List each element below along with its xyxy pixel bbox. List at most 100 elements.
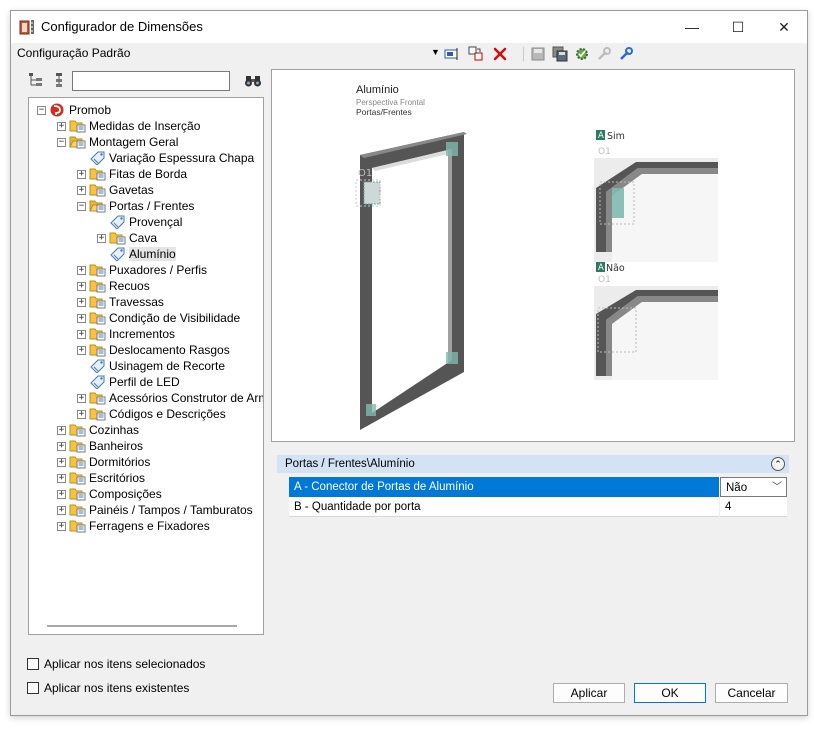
tool-button[interactable] [617,45,635,63]
collapse-minus-icon[interactable]: − [77,201,86,211]
tree-item[interactable]: + Condição de Visibilidade [77,310,240,326]
tree-item[interactable]: + Fitas de Borda [77,166,187,182]
quantity-value[interactable]: 4 [720,497,787,517]
expand-plus-icon[interactable]: + [77,393,86,403]
expand-plus-icon[interactable]: + [57,473,66,483]
tree-item[interactable]: + Medidas de Inserção [57,118,200,134]
tree-item[interactable]: + Travessas [77,294,164,310]
tree-item[interactable]: + Cava [97,230,157,246]
tree-item-label: Deslocamento Rasgos [109,343,230,357]
apply-config-button[interactable] [573,45,591,63]
checkbox-box[interactable] [27,682,39,694]
save-all-button[interactable] [551,45,569,63]
tree-item[interactable]: + Ferragens e Fixadores [57,518,210,534]
tree-item[interactable]: + Recuos [77,278,150,294]
gear-check-icon [576,48,588,60]
apply-button[interactable]: Aplicar [553,683,625,703]
horizontal-scrollbar[interactable] [47,625,237,627]
copy-config-button[interactable] [467,45,485,63]
property-row-quantity[interactable]: B - Quantidade por porta 4 [289,497,787,517]
tree-item-label: Painéis / Tampos / Tamburatos [89,503,253,517]
ok-button[interactable]: OK [634,683,706,703]
expand-plus-icon[interactable]: + [97,233,106,243]
collapse-chevron-icon[interactable]: ⌃ [771,457,785,471]
tree-expand-icon [29,73,42,86]
property-row-connector[interactable]: A - Conector de Portas de Alumínio Não ﹀ [289,477,787,497]
apply-existing-checkbox[interactable]: Aplicar nos itens existentes [27,681,189,695]
tree-item[interactable]: Variação Espessura Chapa [77,150,254,166]
save-all-icon [552,46,568,62]
collapse-minus-icon[interactable]: − [57,137,66,147]
checkbox-box[interactable] [27,658,39,670]
folder-icon [89,183,106,197]
tree-item[interactable]: + Composições [57,486,162,502]
property-name: A - Conector de Portas de Alumínio [289,477,719,497]
folder-icon [69,471,86,485]
tree-item[interactable]: Provençal [97,214,182,230]
tree-item[interactable]: + Puxadores / Perfis [77,262,207,278]
collapse-tree-button[interactable] [50,71,68,89]
expand-tree-button[interactable] [28,71,46,89]
minimize-button[interactable]: — [669,11,715,43]
tree-item[interactable]: + Acessórios Construtor de Armário [77,390,263,406]
tree-item[interactable]: + Gavetas [77,182,154,198]
expand-plus-icon[interactable]: + [57,425,66,435]
expand-plus-icon[interactable]: + [77,281,86,291]
search-button[interactable] [242,71,264,91]
expand-plus-icon[interactable]: + [57,121,66,131]
copy-icon [468,46,483,61]
maximize-button[interactable]: ☐ [715,11,761,43]
collapse-minus-icon[interactable]: − [37,105,46,115]
title-bar[interactable]: Configurador de Dimensões — ☐ ✕ [11,11,807,43]
tree-search-input[interactable] [72,71,230,91]
tree-item[interactable]: Usinagem de Recorte [77,358,225,374]
tree-item[interactable]: + Painéis / Tampos / Tamburatos [57,502,253,518]
expand-plus-icon[interactable]: + [57,457,66,467]
expand-plus-icon[interactable]: + [77,265,86,275]
tree-item[interactable]: + Incrementos [77,326,175,342]
preview-panel: Alumínio Perspectiva Frontal Portas/Fren… [271,69,795,442]
tree-item[interactable]: + Cozinhas [57,422,139,438]
expand-plus-icon[interactable]: + [57,505,66,515]
property-group-header[interactable]: Portas / Frentes\Alumínio ⌃ [277,455,789,473]
configuration-dropdown-icon[interactable]: ▼ [431,47,440,57]
tree-item[interactable]: + Dormitórios [57,454,150,470]
tag-icon [89,375,106,390]
property-name: B - Quantidade por porta [289,497,719,517]
expand-plus-icon[interactable]: + [77,409,86,419]
apply-selected-checkbox[interactable]: Aplicar nos itens selecionados [27,657,205,671]
delete-x-icon [493,47,507,61]
folder-open-icon [69,135,86,149]
cancel-button[interactable]: Cancelar [715,683,788,703]
save-button[interactable] [529,45,547,63]
tree-item[interactable]: Alumínio [97,246,176,262]
expand-plus-icon[interactable]: + [77,169,86,179]
tree-item[interactable]: − Promob [37,102,111,118]
expand-plus-icon[interactable]: + [57,489,66,499]
tree-item[interactable]: − Portas / Frentes [77,198,194,214]
expand-plus-icon[interactable]: + [77,313,86,323]
expand-plus-icon[interactable]: + [57,441,66,451]
tool-disabled-button[interactable] [595,45,613,63]
toolbar-separator [523,47,524,61]
tree-item[interactable]: Perfil de LED [77,374,180,390]
connector-select[interactable]: Não ﹀ [720,477,787,497]
expand-plus-icon[interactable]: + [57,521,66,531]
expand-plus-icon[interactable]: + [77,297,86,307]
tree-item[interactable]: + Códigos e Descrições [77,406,226,422]
delete-config-button[interactable] [491,45,509,63]
close-button[interactable]: ✕ [761,11,807,43]
tree-item[interactable]: + Deslocamento Rasgos [77,342,230,358]
tree-item[interactable]: − Montagem Geral [57,134,178,150]
chevron-down-icon[interactable]: ﹀ [772,478,782,498]
expand-plus-icon[interactable]: + [77,329,86,339]
rename-config-button[interactable] [443,45,461,63]
expand-plus-icon[interactable]: + [77,185,86,195]
expand-plus-icon[interactable]: + [77,345,86,355]
tree-item-label: Fitas de Borda [109,167,188,181]
tree-view[interactable]: − Promob + Medidas de Inserção − Montagem Ger… [28,97,264,635]
tree-item[interactable]: + Escritórios [57,470,145,486]
tree-item[interactable]: + Banheiros [57,438,143,454]
